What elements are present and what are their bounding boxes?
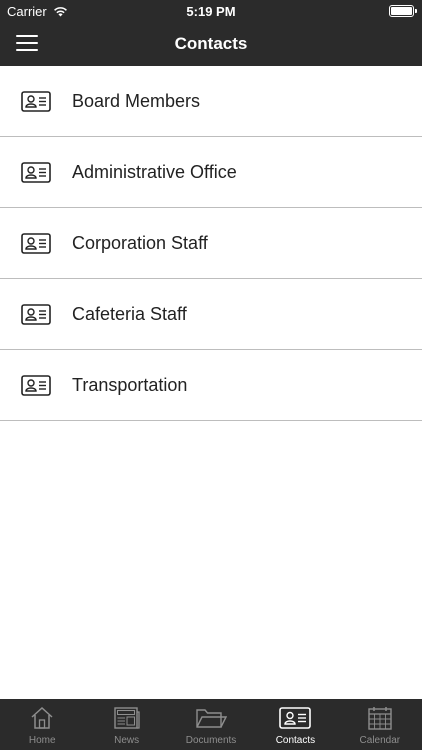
contact-row-cafeteria-staff[interactable]: Cafeteria Staff bbox=[0, 279, 422, 350]
contact-row-label: Transportation bbox=[72, 374, 188, 395]
newspaper-icon bbox=[113, 707, 140, 729]
status-bar: Carrier 5:19 PM bbox=[0, 0, 422, 22]
contact-row-corporation-staff[interactable]: Corporation Staff bbox=[0, 208, 422, 279]
contact-row-board-members[interactable]: Board Members bbox=[0, 66, 422, 137]
tab-label: Calendar bbox=[359, 735, 401, 746]
tab-label: Contacts bbox=[275, 735, 316, 746]
tab-label: News bbox=[114, 735, 140, 746]
tab-news[interactable]: News bbox=[84, 699, 168, 750]
contact-list: Board Members Administrative Office Corp… bbox=[0, 66, 422, 421]
tab-label: Home bbox=[28, 735, 56, 746]
battery-icon bbox=[389, 5, 417, 17]
contact-card-icon bbox=[279, 707, 312, 729]
contact-row-label: Cafeteria Staff bbox=[72, 303, 187, 324]
contact-card-icon bbox=[21, 90, 51, 112]
tab-label: Documents bbox=[185, 735, 237, 746]
calendar-icon bbox=[368, 707, 392, 730]
page-title: Contacts bbox=[174, 34, 248, 53]
status-time: 5:19 PM bbox=[186, 4, 236, 19]
home-icon bbox=[31, 706, 53, 729]
contact-row-label: Administrative Office bbox=[72, 161, 237, 182]
contact-row-transportation[interactable]: Transportation bbox=[0, 350, 422, 421]
tab-calendar[interactable]: Calendar bbox=[338, 699, 422, 750]
contact-row-label: Corporation Staff bbox=[72, 232, 208, 253]
tab-contacts[interactable]: Contacts bbox=[253, 699, 337, 750]
contact-card-icon bbox=[21, 303, 51, 325]
tab-bar: Home News Documents Contacts Calendar bbox=[0, 699, 422, 750]
contact-row-label: Board Members bbox=[72, 90, 201, 111]
contact-row-administrative-office[interactable]: Administrative Office bbox=[0, 137, 422, 208]
contact-card-icon bbox=[21, 232, 51, 254]
contact-card-icon bbox=[21, 374, 51, 396]
contact-card-icon bbox=[21, 161, 51, 183]
tab-home[interactable]: Home bbox=[0, 699, 84, 750]
folder-icon bbox=[196, 709, 228, 728]
tab-documents[interactable]: Documents bbox=[169, 699, 253, 750]
nav-bar: Contacts bbox=[0, 22, 422, 66]
